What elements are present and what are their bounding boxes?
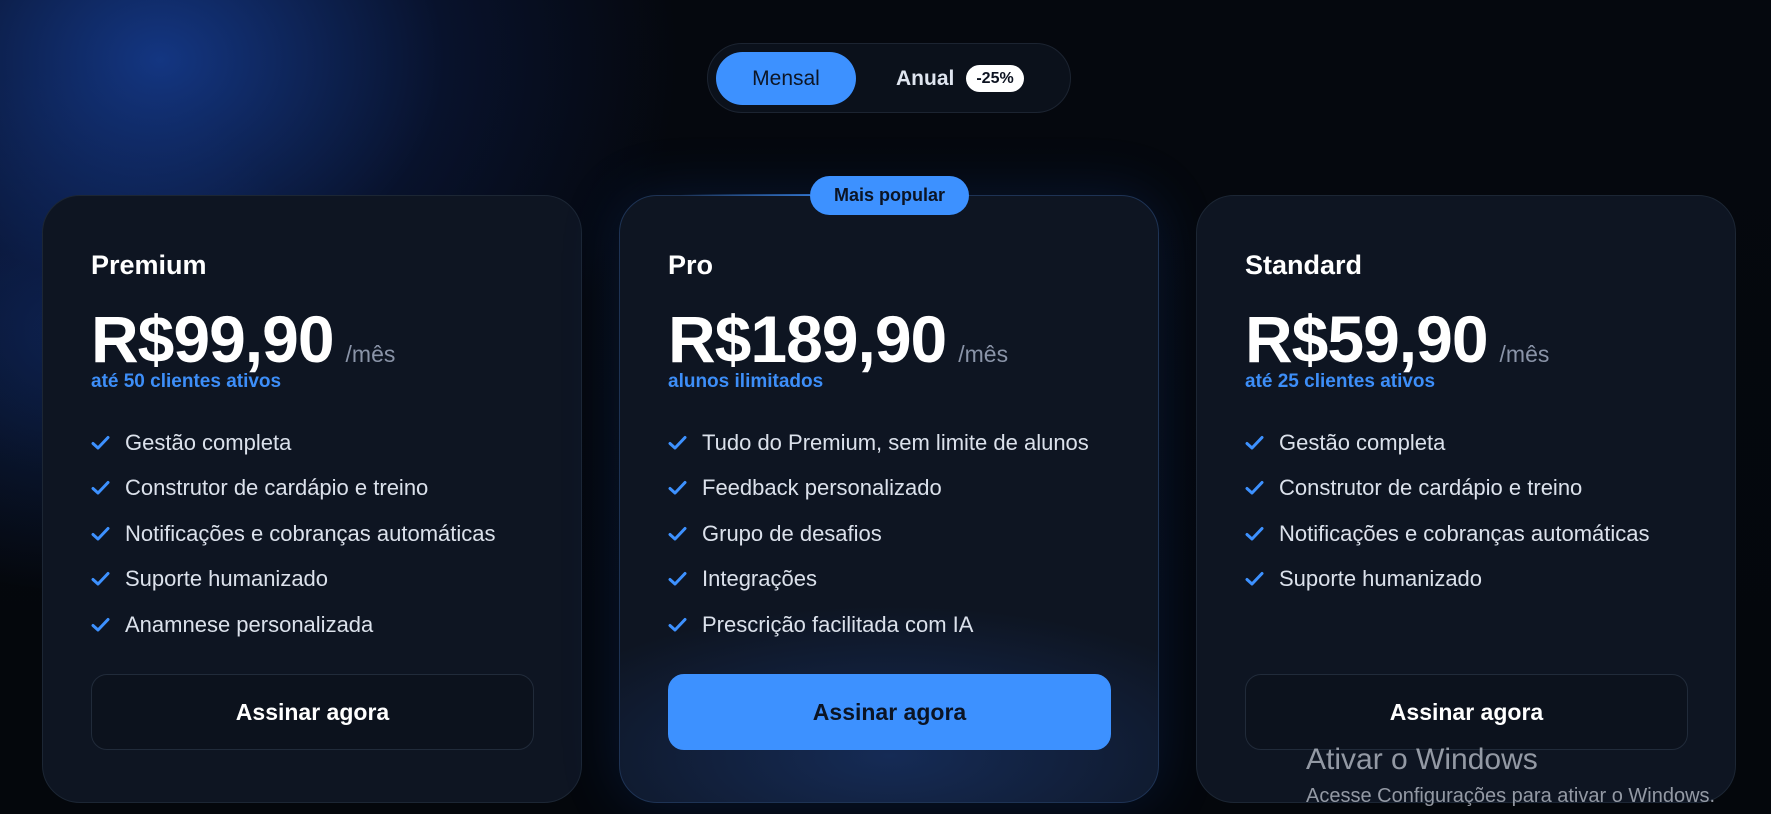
plan-name: Standard <box>1245 250 1363 280</box>
feature-label: Anamnese personalizada <box>125 611 374 637</box>
feature-item: Tudo do Premium, sem limite de alunos <box>668 420 1089 466</box>
billing-annual-option[interactable]: Anual -25% <box>896 52 1024 105</box>
feature-label: Grupo de desafios <box>702 520 882 546</box>
check-icon <box>668 481 687 495</box>
check-icon <box>668 572 687 586</box>
check-icon <box>668 526 687 541</box>
feature-item: Grupo de desafios <box>668 511 1089 557</box>
feature-label: Tudo do Premium, sem limite de alunos <box>702 429 1089 455</box>
check-icon <box>91 481 110 495</box>
plan-limit: até 25 clientes ativos <box>1245 371 1436 392</box>
feature-list: Gestão completa Construtor de cardápio e… <box>1245 420 1650 602</box>
feature-label: Suporte humanizado <box>125 566 329 592</box>
price-period: /mês <box>1499 341 1550 367</box>
feature-item: Feedback personalizado <box>668 466 1089 512</box>
feature-item: Notificações e cobranças automáticas <box>91 511 496 557</box>
plan-name: Premium <box>91 250 207 280</box>
subscribe-button-premium[interactable]: Assinar agora <box>91 674 534 750</box>
plan-card-standard: Standard R$59,90 /mês até 25 clientes at… <box>1196 195 1736 803</box>
most-popular-badge: Mais popular <box>810 176 969 215</box>
watermark-subtitle: Acesse Configurações para ativar o Windo… <box>1306 785 1716 807</box>
feature-item: Gestão completa <box>1245 420 1650 466</box>
watermark-title: Ativar o Windows <box>1306 743 1538 776</box>
feature-list: Gestão completa Construtor de cardápio e… <box>91 420 496 648</box>
plan-card-premium: Premium R$99,90 /mês até 50 clientes ati… <box>42 195 582 803</box>
feature-label: Gestão completa <box>1279 429 1446 455</box>
price-period: /mês <box>345 341 396 367</box>
plan-limit: alunos ilimitados <box>668 371 824 392</box>
feature-item: Integrações <box>668 557 1089 603</box>
check-icon <box>1245 435 1264 450</box>
feature-label: Suporte humanizado <box>1279 566 1483 592</box>
plan-price: R$59,90 <box>1245 302 1489 376</box>
price-period: /mês <box>958 341 1009 367</box>
subscribe-button-standard[interactable]: Assinar agora <box>1245 674 1688 750</box>
feature-label: Construtor de cardápio e treino <box>125 475 429 501</box>
check-icon <box>91 526 110 541</box>
feature-label: Notificações e cobranças automáticas <box>1279 520 1650 546</box>
check-icon <box>668 435 687 450</box>
popular-badge-line <box>680 194 810 196</box>
plan-limit: até 50 clientes ativos <box>91 371 282 392</box>
price-row: R$189,90 /mês <box>668 306 1008 372</box>
check-icon <box>1245 526 1264 541</box>
plan-price: R$99,90 <box>91 302 335 376</box>
windows-activation-watermark: Ativar o Windows Acesse Configurações pa… <box>1306 745 1715 808</box>
check-icon <box>91 572 110 586</box>
feature-item: Anamnese personalizada <box>91 602 496 648</box>
billing-monthly-option[interactable]: Mensal <box>716 52 856 105</box>
feature-label: Prescrição facilitada com IA <box>702 611 974 637</box>
check-icon <box>91 617 110 632</box>
price-row: R$99,90 /mês <box>91 306 395 372</box>
subscribe-button-pro[interactable]: Assinar agora <box>668 674 1111 750</box>
plan-price: R$189,90 <box>668 302 947 376</box>
plan-name: Pro <box>668 250 714 280</box>
annual-discount-badge: -25% <box>966 65 1024 92</box>
feature-label: Feedback personalizado <box>702 475 942 501</box>
feature-item: Suporte humanizado <box>91 557 496 603</box>
check-icon <box>91 435 110 450</box>
feature-label: Construtor de cardápio e treino <box>1279 475 1583 501</box>
feature-label: Notificações e cobranças automáticas <box>125 520 496 546</box>
check-icon <box>1245 572 1264 586</box>
feature-label: Integrações <box>702 566 817 592</box>
feature-item: Construtor de cardápio e treino <box>1245 466 1650 512</box>
check-icon <box>668 617 687 632</box>
price-row: R$59,90 /mês <box>1245 306 1549 372</box>
feature-item: Suporte humanizado <box>1245 557 1650 603</box>
feature-list: Tudo do Premium, sem limite de alunos Fe… <box>668 420 1089 648</box>
check-icon <box>1245 481 1264 495</box>
feature-item: Construtor de cardápio e treino <box>91 466 496 512</box>
feature-item: Gestão completa <box>91 420 496 466</box>
billing-annual-label: Anual <box>896 66 955 90</box>
plan-card-pro: Pro R$189,90 /mês alunos ilimitados Tudo… <box>619 195 1159 803</box>
feature-item: Prescrição facilitada com IA <box>668 602 1089 648</box>
feature-item: Notificações e cobranças automáticas <box>1245 511 1650 557</box>
billing-toggle: Mensal Anual -25% <box>707 43 1071 113</box>
feature-label: Gestão completa <box>125 429 292 455</box>
